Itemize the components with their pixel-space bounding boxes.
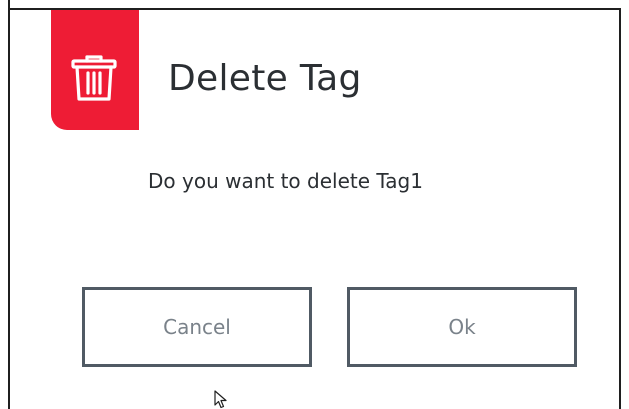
- dialog-title: Delete Tag: [168, 58, 362, 99]
- dialog-right-border: [619, 8, 621, 409]
- cancel-button[interactable]: Cancel: [82, 287, 312, 367]
- trash-icon: [71, 55, 117, 101]
- delete-tag-dialog: Delete Tag Do you want to delete Tag1 Ca…: [0, 0, 629, 409]
- mouse-cursor-icon: [214, 390, 227, 409]
- dialog-message: Do you want to delete Tag1: [148, 169, 423, 193]
- dialog-left-border: [8, 0, 10, 409]
- trash-icon-badge: [51, 10, 139, 130]
- ok-button[interactable]: Ok: [347, 287, 577, 367]
